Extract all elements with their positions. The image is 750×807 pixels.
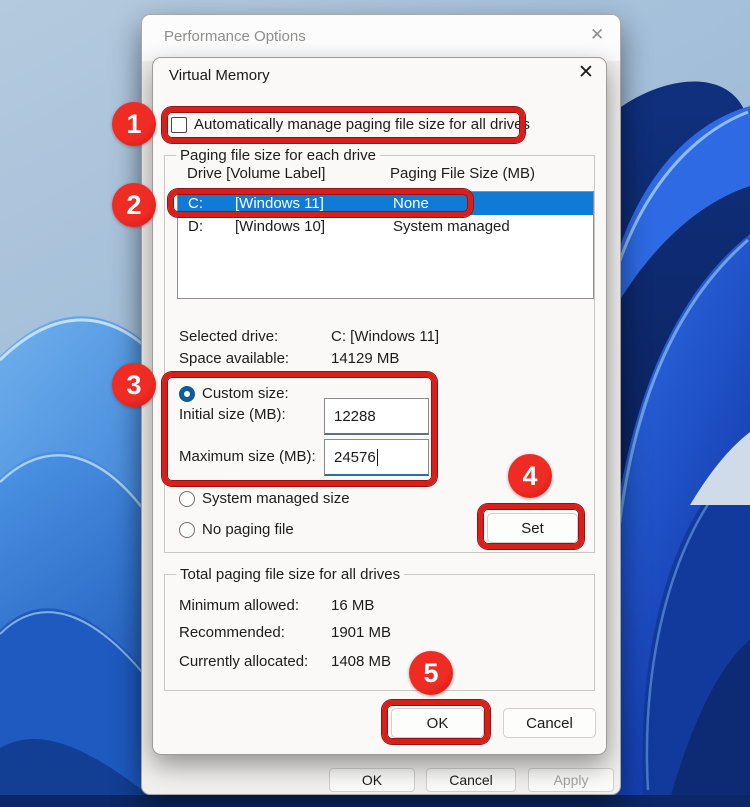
custom-size-label[interactable]: Custom size: [202,385,289,403]
currently-allocated-label: Currently allocated: [179,653,308,671]
space-available-value: 14129 MB [331,350,399,368]
paging-file-group-label: Paging file size for each drive [176,147,380,164]
performance-options-title: Performance Options [164,28,306,46]
paging-size: None [393,195,593,212]
volume-label: [Windows 11] [235,195,393,212]
maximum-size-label: Maximum size (MB): [179,448,316,466]
initial-size-value: 12288 [334,408,376,425]
maximum-size-value: 24576 [334,449,376,466]
perf-apply-button[interactable]: Apply [528,768,614,792]
vm-ok-button[interactable]: OK [391,708,484,738]
recommended-value: 1901 MB [331,624,391,642]
no-paging-row: No paging file [179,521,294,539]
total-paging-group-label: Total paging file size for all drives [176,566,404,583]
drive-list: C: [Windows 11] None D: [Windows 10] Sys… [177,191,594,299]
auto-manage-checkbox[interactable] [171,117,187,133]
system-managed-radio[interactable] [179,491,195,507]
perf-ok-button[interactable]: OK [329,768,415,792]
virtual-memory-title: Virtual Memory [169,67,270,85]
selected-drive-label: Selected drive: [179,328,278,346]
minimum-allowed-value: 16 MB [331,597,374,615]
paging-size: System managed [393,218,593,235]
custom-size-row: Custom size: [179,385,289,403]
text-caret [377,449,379,466]
recommended-label: Recommended: [179,624,285,642]
initial-size-label: Initial size (MB): [179,406,286,424]
auto-manage-row: Automatically manage paging file size fo… [171,116,530,134]
no-paging-radio[interactable] [179,522,195,538]
size-column-header: Paging File Size (MB) [390,165,535,183]
minimum-allowed-label: Minimum allowed: [179,597,299,615]
selected-drive-value: C: [Windows 11] [331,328,439,346]
drive-letter: D: [188,218,235,235]
system-managed-label[interactable]: System managed size [202,490,350,508]
perf-cancel-button[interactable]: Cancel [426,768,516,792]
maximum-size-field[interactable]: 24576 [324,439,429,476]
drive-column-header: Drive [Volume Label] [187,165,325,183]
drive-letter: C: [188,195,235,212]
volume-label: [Windows 10] [235,218,393,235]
auto-manage-label[interactable]: Automatically manage paging file size fo… [194,116,530,134]
system-managed-row: System managed size [179,490,350,508]
set-button[interactable]: Set [487,513,578,543]
close-icon[interactable]: ✕ [578,64,594,81]
space-available-label: Space available: [179,350,289,368]
vm-cancel-button[interactable]: Cancel [503,708,596,738]
drive-list-row-d[interactable]: D: [Windows 10] System managed [178,215,593,238]
custom-size-radio[interactable] [179,386,195,402]
close-icon[interactable]: ✕ [590,26,604,43]
no-paging-label[interactable]: No paging file [202,521,294,539]
drive-list-row-c[interactable]: C: [Windows 11] None [178,192,593,215]
virtual-memory-dialog: Virtual Memory ✕ Automatically manage pa… [152,57,607,755]
currently-allocated-value: 1408 MB [331,653,391,671]
initial-size-field[interactable]: 12288 [324,398,429,435]
